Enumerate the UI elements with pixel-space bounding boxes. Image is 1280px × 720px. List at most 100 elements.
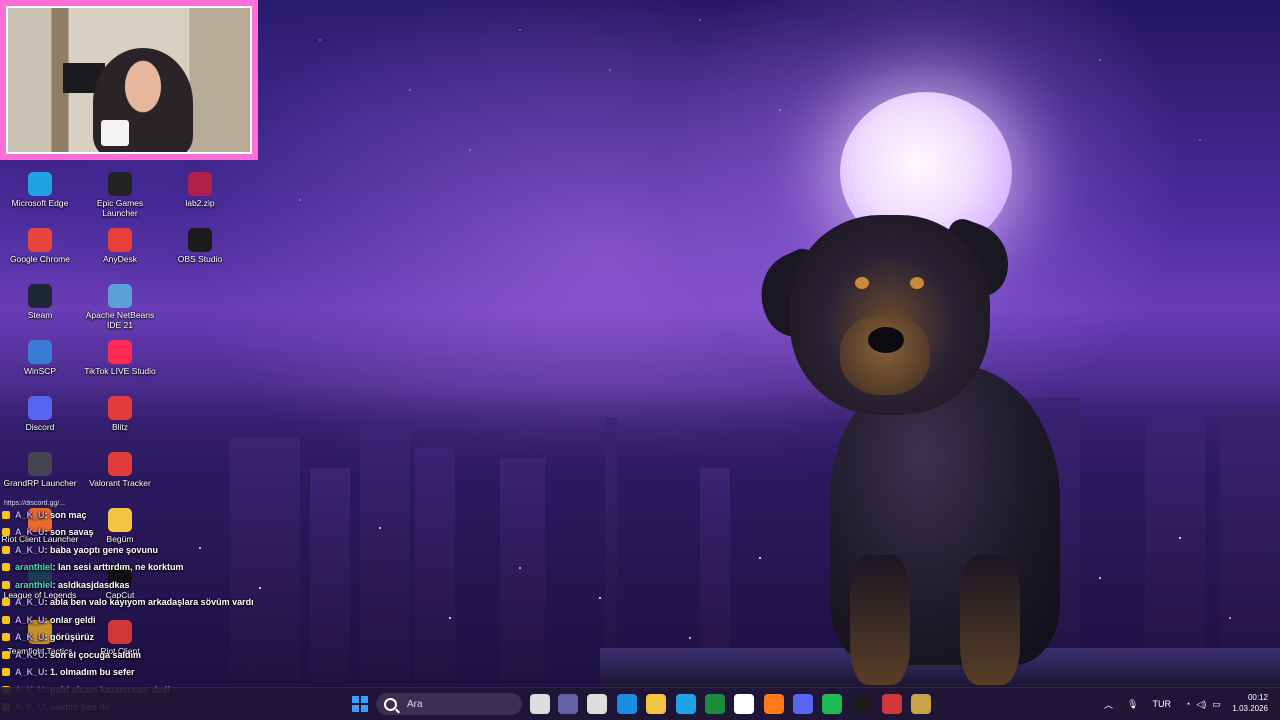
desktop-icon-google-chrome[interactable]: Google Chrome [0,228,80,264]
clock[interactable]: 00:12 1.03.2026 [1232,692,1268,714]
language-indicator[interactable]: TUR [1152,699,1171,709]
winrar-icon [188,172,212,196]
excel-icon[interactable] [705,694,725,714]
help-icon[interactable] [617,694,637,714]
wallpaper-dog [746,215,1090,685]
taskbar: Ara ︿ 🎙 TUR ◔ ◁) ▭ 00:12 1.03.2026 [0,687,1280,720]
edge-icon [28,172,52,196]
desktop-icon-anydesk[interactable]: AnyDesk [80,228,160,264]
chat-badge-icon [2,633,10,642]
discord-icon [28,396,52,420]
chat-username: A_K_U [15,527,45,538]
chat-username: A_K_U [15,649,45,660]
desktop-icon-blitz[interactable]: Blitz [80,396,160,432]
desktop-icon-epic-games-launcher[interactable]: Epic Games Launcher [80,172,160,218]
chrome-icon [28,228,52,252]
chat-badge-icon [2,545,10,554]
search-placeholder: Ara [407,698,423,710]
firefox-icon[interactable] [764,694,784,714]
desktop-icon-label: Blitz [111,422,129,432]
store-icon[interactable] [587,694,607,714]
spotify-icon[interactable] [822,694,842,714]
tiktok-icon [108,340,132,364]
edge-icon[interactable] [676,694,696,714]
desktop-icon-obs-studio[interactable]: OBS Studio [160,228,240,264]
chat-badge-icon [2,615,10,624]
system-tray: ︿ 🎙 TUR ◔ ◁) ▭ [1104,688,1221,720]
desktop-icon-label: TikTok LIVE Studio [84,366,156,376]
chat-text: : görüşürüz [44,632,95,643]
chat-text: : son savaş [44,527,94,538]
chat-badge-icon [2,563,10,572]
desktop-icon-label: Google Chrome [9,254,70,264]
chat-badge-icon [2,668,10,677]
chat-text: : son maç [44,509,87,520]
chat-username: A_K_U [15,597,45,608]
wifi-icon[interactable]: ◔ [1185,699,1190,709]
teams-icon[interactable] [558,694,578,714]
obs-icon[interactable] [852,694,872,714]
webcam-feed [6,6,252,154]
desktop-icon-label: AnyDesk [102,254,137,264]
chat-text: : abla ben valo kayıyom arkadaşlara sövü… [44,597,254,608]
task-view-icon[interactable] [530,694,550,714]
desktop-icon-tiktok-live-studio[interactable]: TikTok LIVE Studio [80,340,160,376]
chat-username: aranthiel [15,579,53,590]
chat-top-fragment: https://discord.gg/... [4,500,66,507]
blitz-icon [108,396,132,420]
chat-text: : 1. olmadım bu sefer [44,667,135,678]
chat-text: : asldkasjdasdkas [52,579,130,590]
epic-icon [108,172,132,196]
winscp-icon [28,340,52,364]
chat-username: A_K_U [15,614,45,625]
desktop-icon-lab2-zip[interactable]: lab2.zip [160,172,240,208]
chat-message: aranthiel: asldkasjdasdkas [0,576,330,594]
desktop-icon-grandrp-launcher[interactable]: GrandRP Launcher [0,452,80,488]
chat-username: A_K_U [15,632,45,643]
desktop-icon-valorant-tracker[interactable]: Valorant Tracker [80,452,160,488]
calculator-icon[interactable] [734,694,754,714]
desktop-icon-label: GrandRP Launcher [3,478,77,488]
chat-username: aranthiel [15,562,53,573]
desktop-icon-winscp[interactable]: WinSCP [0,340,80,376]
chat-text: : baba yaoptı gene şovunu [44,544,159,555]
desktop-icon-steam[interactable]: Steam [0,284,80,320]
chat-message: A_K_U: baba yaoptı gene şovunu [0,541,330,559]
search-icon [384,697,397,711]
chat-message: A_K_U: 1. olmadım bu sefer [0,664,330,682]
chat-message: A_K_U: son savaş [0,524,330,542]
chat-username: A_K_U [15,509,45,520]
desktop-icon-label: Epic Games Launcher [96,198,144,218]
chat-message: A_K_U: son el çocuğa saldım [0,646,330,664]
desktop-icon-label: Apache NetBeans IDE 21 [85,310,155,330]
desktop-icon-label: lab2.zip [185,198,215,208]
clock-time: 00:12 [1247,693,1268,702]
chat-message: A_K_U: son maç [0,506,330,524]
discord-icon[interactable] [793,694,813,714]
chat-badge-icon [2,580,10,589]
chat-text: : son el çocuğa saldım [44,649,142,660]
chat-badge-icon [2,528,10,537]
file-explorer-icon[interactable] [646,694,666,714]
desktop-icon-discord[interactable]: Discord [0,396,80,432]
chevron-up-icon[interactable]: ︿ [1104,698,1113,711]
obs-icon [188,228,212,252]
taskbar-search[interactable]: Ara [376,693,522,715]
battery-icon[interactable]: ▭ [1212,699,1221,710]
desktop-icon-apache-netbeans-ide-21[interactable]: Apache NetBeans IDE 21 [80,284,160,330]
volume-icon[interactable]: ◁) [1196,699,1206,710]
desktop-icon-microsoft-edge[interactable]: Microsoft Edge [0,172,80,208]
chat-overlay: https://discord.gg/... A_K_U: son maç A_K… [0,500,330,716]
grandrp-icon [28,452,52,476]
chat-badge-icon [2,598,10,607]
windows-start-icon[interactable] [350,694,370,714]
lol-icon[interactable] [911,694,931,714]
chat-username: A_K_U [15,667,45,678]
desktop-icon-label: Discord [25,422,55,432]
chat-text: : onlar geldi [44,614,96,625]
chat-text: : lan sesi arttırdım, ne korktum [52,562,184,573]
riot-client-icon[interactable] [882,694,902,714]
desktop-icon-label: Steam [27,310,53,320]
microphone-icon[interactable]: 🎙 [1127,699,1138,710]
chat-badge-icon [2,650,10,659]
